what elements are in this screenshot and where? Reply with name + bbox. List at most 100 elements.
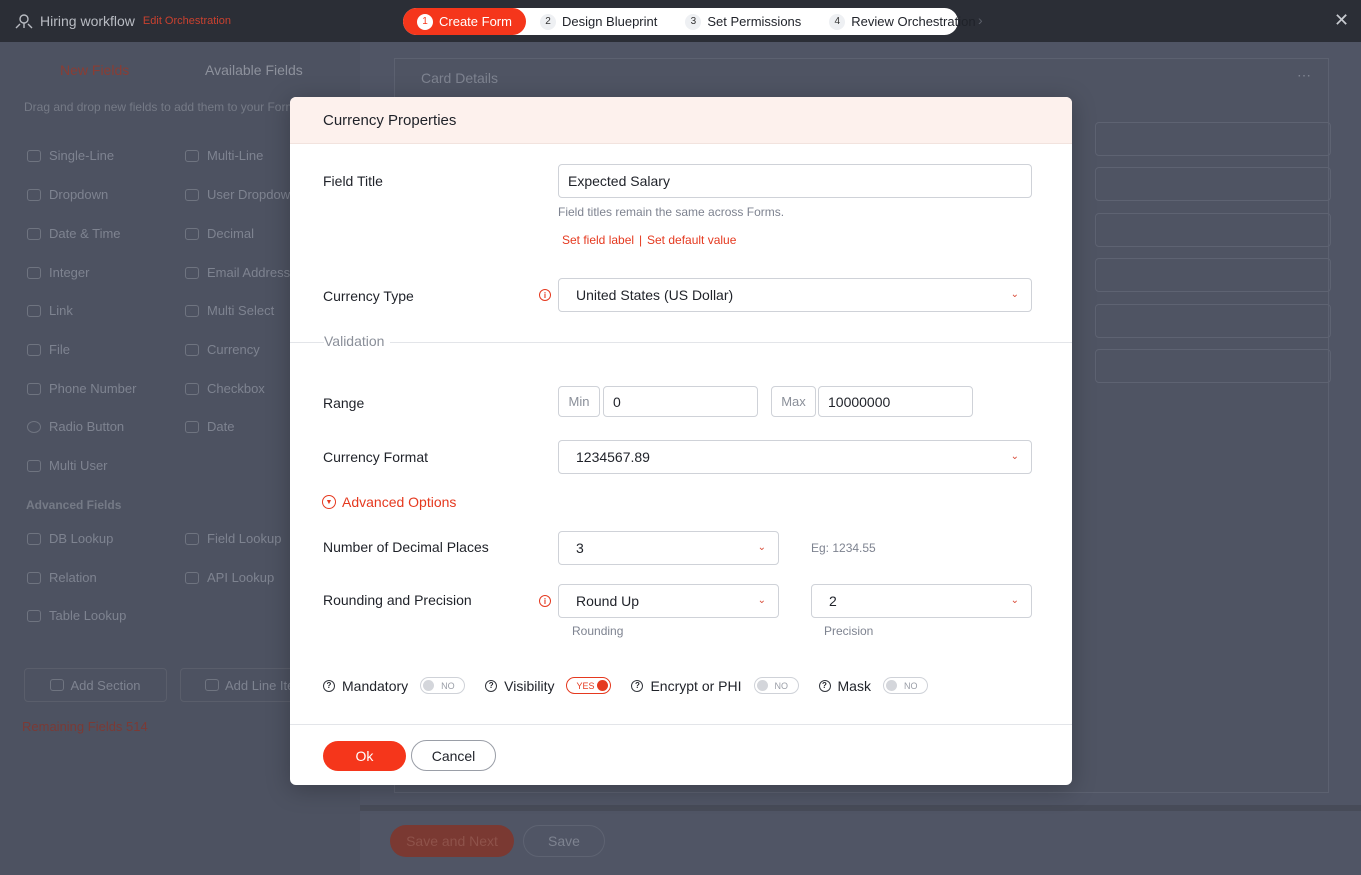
help-icon[interactable]: ? [485, 679, 498, 692]
field-multi-line[interactable]: Multi-Line [185, 148, 263, 163]
field-label: Multi-Line [207, 148, 264, 163]
currency-icon [185, 343, 199, 356]
visibility-label: Visibility [504, 677, 555, 694]
field-label: Table Lookup [49, 608, 127, 623]
multi-line-icon [185, 149, 199, 162]
footer-divider [290, 724, 1072, 725]
min-input[interactable]: 0 [603, 386, 758, 417]
mandatory-toggle[interactable]: NO [420, 677, 466, 694]
field-table-lookup[interactable]: Table Lookup [27, 608, 126, 623]
multi-select-icon [185, 304, 199, 317]
user-dropdown-icon [185, 188, 199, 201]
max-input[interactable]: 10000000 [818, 386, 973, 417]
app-subtitle: Edit Orchestration [142, 15, 231, 27]
field-decimal[interactable]: Decimal [185, 226, 254, 241]
field-title-input[interactable]: Expected Salary [558, 164, 1032, 198]
step-label: Review Orchestration [851, 14, 976, 29]
field-dropdown[interactable]: Dropdown [27, 187, 108, 202]
step-number: 4 [829, 13, 846, 30]
form-field-slot[interactable] [1095, 349, 1331, 383]
currency-type-label: Currency Type [323, 288, 414, 304]
field-multi-user[interactable]: Multi User [27, 458, 108, 473]
set-field-label-link[interactable]: Set field label [562, 233, 634, 247]
add-line-item-icon [205, 679, 219, 691]
close-icon[interactable]: ✕ [1334, 10, 1349, 31]
cancel-button[interactable]: Cancel [411, 740, 496, 771]
field-currency[interactable]: Currency [185, 342, 260, 357]
set-default-value-link[interactable]: Set default value [647, 233, 736, 247]
step-set-permissions[interactable]: 3 Set Permissions [671, 8, 815, 35]
chevron-down-icon: ⌄ [1010, 451, 1019, 462]
step-number: 3 [685, 13, 702, 30]
help-icon[interactable]: ? [631, 679, 644, 692]
field-integer[interactable]: Integer [27, 265, 89, 280]
file-icon [27, 343, 41, 356]
form-field-slot[interactable] [1095, 122, 1331, 156]
more-icon[interactable]: ⋯ [1297, 67, 1311, 84]
rounding-select[interactable]: Round Up ⌄ [558, 584, 779, 618]
field-multi-select[interactable]: Multi Select [185, 303, 274, 318]
form-field-slot[interactable] [1095, 258, 1331, 292]
step-review-orchestration[interactable]: 4 Review Orchestration [815, 8, 989, 35]
add-section-icon [50, 679, 65, 691]
field-date[interactable]: Date [185, 419, 234, 434]
advanced-options-label: Advanced Options [342, 494, 457, 510]
integer-icon [27, 266, 41, 279]
step-number: 1 [417, 13, 433, 30]
form-field-slot[interactable] [1095, 213, 1331, 247]
field-file[interactable]: File [27, 342, 70, 357]
save-button[interactable]: Save [523, 825, 605, 857]
advanced-fields-heading: Advanced Fields [26, 498, 122, 512]
chevron-down-icon: ⌄ [1010, 595, 1019, 606]
info-icon[interactable]: i [539, 289, 551, 301]
chevron-down-icon: ⌄ [757, 595, 766, 606]
multi-user-icon [27, 459, 41, 472]
visibility-toggle[interactable]: YES [566, 677, 612, 694]
field-db-lookup[interactable]: DB Lookup [27, 531, 113, 546]
radio-icon [27, 420, 41, 433]
precision-select[interactable]: 2 ⌄ [811, 584, 1032, 618]
info-icon[interactable]: i [539, 595, 551, 607]
validation-heading: Validation [324, 333, 391, 349]
save-and-next-button[interactable]: Save and Next [390, 825, 514, 857]
field-date-time[interactable]: Date & Time [27, 226, 121, 241]
ok-button[interactable]: Ok [323, 741, 406, 771]
field-checkbox[interactable]: Checkbox [185, 381, 265, 396]
date-time-icon [27, 227, 41, 240]
field-field-lookup[interactable]: Field Lookup [185, 531, 281, 546]
encrypt-phi-toggle[interactable]: NO [753, 677, 799, 694]
field-phone-number[interactable]: Phone Number [27, 381, 136, 396]
tab-new-fields[interactable]: New Fields [60, 62, 129, 78]
chevron-down-icon: ⌄ [757, 542, 766, 553]
field-radio-button[interactable]: Radio Button [27, 419, 124, 434]
tab-available-fields[interactable]: Available Fields [205, 62, 303, 78]
field-link[interactable]: Link [27, 303, 73, 318]
field-single-line[interactable]: Single-Line [27, 148, 114, 163]
card-title: Card Details [421, 70, 499, 86]
step-design-blueprint[interactable]: 2 Design Blueprint [526, 8, 671, 35]
currency-type-select[interactable]: United States (US Dollar) ⌄ [558, 278, 1032, 312]
field-title-label: Field Title [323, 173, 383, 189]
help-icon[interactable]: ? [323, 679, 335, 692]
currency-type-value: United States (US Dollar) [576, 287, 734, 303]
field-relation[interactable]: Relation [27, 570, 97, 585]
currency-format-select[interactable]: 1234567.89 ⌄ [558, 440, 1032, 474]
advanced-options-toggle[interactable]: ▼ Advanced Options [322, 494, 456, 510]
step-create-form[interactable]: 1 Create Form [403, 8, 526, 35]
decimal-places-select[interactable]: 3 ⌄ [558, 531, 779, 565]
field-label: Multi Select [207, 303, 275, 318]
add-section-button[interactable]: Add Section [24, 668, 167, 702]
field-label: Radio Button [49, 419, 125, 434]
field-api-lookup[interactable]: API Lookup [185, 570, 274, 585]
precision-caption: Precision [824, 624, 874, 638]
link-separator: | [639, 233, 643, 247]
api-lookup-icon [185, 571, 199, 584]
chevron-right-icon[interactable]: › [978, 12, 983, 28]
form-field-slot[interactable] [1095, 304, 1331, 338]
mask-toggle[interactable]: NO [882, 677, 928, 694]
toggle-state: YES [576, 681, 595, 691]
form-field-slot[interactable] [1095, 167, 1331, 201]
help-icon[interactable]: ? [818, 679, 831, 692]
field-label: API Lookup [207, 570, 275, 585]
field-label: Single-Line [49, 148, 115, 163]
